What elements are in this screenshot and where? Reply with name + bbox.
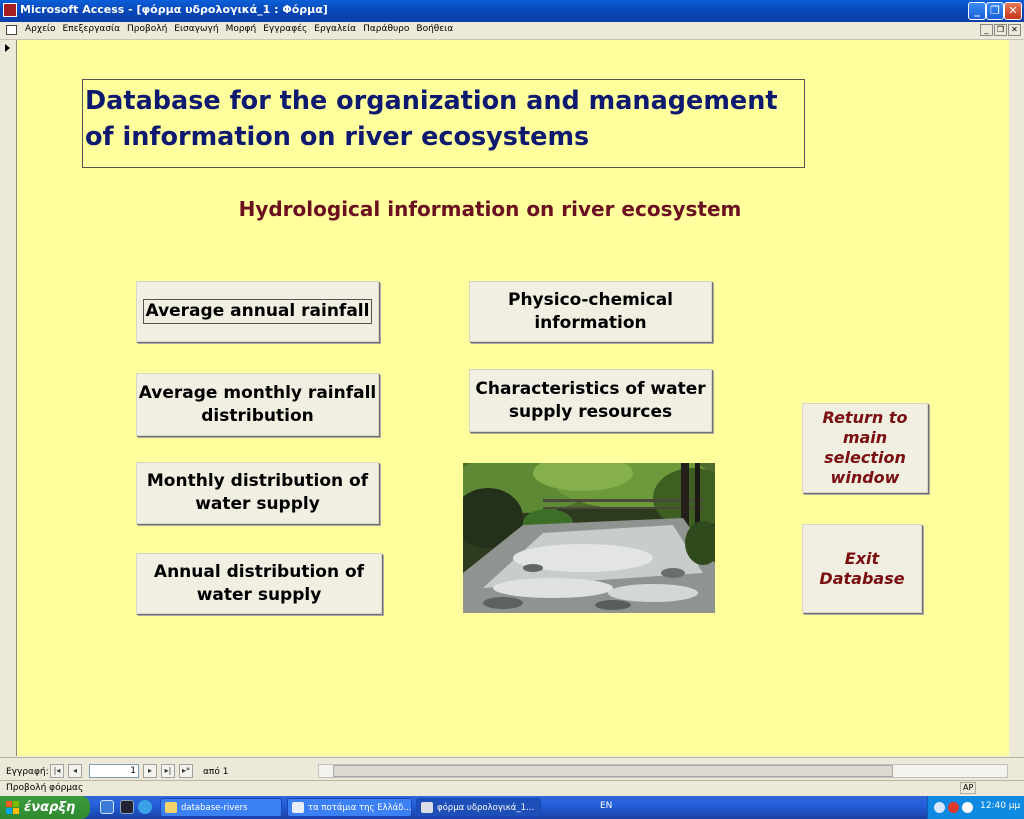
network-icon[interactable] — [934, 802, 945, 813]
physico-chemical-label: Physico-chemical information — [507, 289, 674, 333]
return-main-menu-button[interactable]: Return to main selection window — [802, 403, 928, 493]
folder-icon — [165, 802, 177, 813]
form-restore-button[interactable]: ❐ — [994, 24, 1007, 36]
volume-icon[interactable] — [962, 802, 973, 813]
current-record-arrow-icon — [5, 44, 10, 52]
page-subtitle: Hydrological information on river ecosys… — [238, 197, 742, 221]
average-annual-rainfall-label: Average annual rainfall — [142, 299, 373, 324]
record-selector[interactable] — [0, 40, 17, 756]
taskbar-item-label: φόρμα υδρολογικά_1... — [437, 803, 535, 813]
menu-help[interactable]: Βοήθεια — [416, 24, 453, 34]
average-monthly-rainfall-button[interactable]: Average monthly rainfall distribution — [136, 373, 379, 436]
water-supply-resources-button[interactable]: Characteristics of water supply resource… — [469, 369, 712, 432]
taskbar-item-access-form[interactable]: φόρμα υδρολογικά_1... — [416, 798, 541, 817]
database-title-box: Database for the organization and manage… — [82, 79, 805, 168]
close-button[interactable]: ✕ — [1004, 2, 1022, 20]
water-supply-resources-label: Characteristics of water supply resource… — [475, 378, 706, 422]
physico-chemical-button[interactable]: Physico-chemical information — [469, 281, 712, 342]
new-record-button[interactable]: ▸* — [179, 764, 193, 778]
windows-flag-icon — [6, 801, 19, 814]
record-count-text: από 1 — [203, 767, 229, 777]
form-body: Database for the organization and manage… — [17, 40, 1009, 756]
horizontal-scroll-thumb[interactable] — [333, 765, 893, 777]
menu-tools[interactable]: Εργαλεία — [314, 24, 356, 34]
record-label: Εγγραφή: — [6, 767, 49, 777]
restore-button[interactable]: ❐ — [986, 2, 1004, 20]
current-record-input[interactable] — [89, 764, 139, 778]
form-minimize-button[interactable]: _ — [980, 24, 993, 36]
average-monthly-rainfall-label: Average monthly rainfall distribution — [138, 382, 377, 426]
form-document-icon[interactable] — [6, 25, 17, 35]
system-tray: 12:40 μμ — [927, 796, 1024, 819]
document-icon — [292, 802, 304, 813]
return-main-menu-label: Return to main selection window — [822, 408, 908, 487]
window-title: Microsoft Access - [φόρμα υδρολογικά_1 :… — [20, 3, 328, 16]
menu-file[interactable]: Αρχείο — [25, 24, 56, 34]
record-navigation-bar: Εγγραφή: |◂ ◂ ▸ ▸| ▸* από 1 — [0, 757, 1024, 780]
start-button[interactable]: έναρξη — [0, 796, 90, 819]
river-photo-svg — [463, 463, 715, 613]
exit-database-button[interactable]: Exit Database — [802, 524, 922, 613]
average-annual-rainfall-button[interactable]: Average annual rainfall — [136, 281, 379, 342]
clock: 12:40 μμ — [980, 801, 1021, 811]
form-close-button[interactable]: ✕ — [1008, 24, 1021, 36]
menu-format[interactable]: Μορφή — [226, 24, 257, 34]
horizontal-scrollbar[interactable] — [318, 764, 1008, 778]
antivirus-icon[interactable] — [948, 802, 959, 813]
menu-items: Αρχείο Επεξεργασία Προβολή Εισαγωγή Μορφ… — [25, 24, 453, 34]
window-title-bar[interactable]: Microsoft Access - [φόρμα υδρολογικά_1 :… — [0, 0, 1024, 22]
menu-bar: Αρχείο Επεξεργασία Προβολή Εισαγωγή Μορφ… — [0, 22, 1024, 40]
access-app-icon[interactable] — [3, 3, 17, 17]
menu-insert[interactable]: Εισαγωγή — [174, 24, 218, 34]
access-form-icon — [421, 802, 433, 813]
river-photo — [463, 463, 715, 613]
show-desktop-icon[interactable] — [100, 800, 114, 814]
vertical-scroll-area[interactable] — [1009, 40, 1024, 756]
exit-database-label: Exit Database — [819, 548, 905, 588]
annual-water-supply-button[interactable]: Annual distribution of water supply — [136, 553, 382, 614]
status-bar: Προβολή φόρμας ΑΡ — [0, 780, 1024, 796]
database-title: Database for the organization and manage… — [85, 86, 778, 152]
next-record-button[interactable]: ▸ — [143, 764, 157, 778]
status-indicator: ΑΡ — [960, 782, 977, 794]
monthly-water-supply-label: Monthly distribution of water supply — [146, 471, 369, 514]
taskbar-item-label: τα ποτάμια της Ελλάδ... — [308, 803, 412, 813]
menu-window[interactable]: Παράθυρο — [363, 24, 409, 34]
previous-record-button[interactable]: ◂ — [68, 764, 82, 778]
annual-water-supply-label: Annual distribution of water supply — [153, 561, 365, 605]
start-label: έναρξη — [24, 800, 76, 815]
menu-view[interactable]: Προβολή — [127, 24, 167, 34]
internet-explorer-icon[interactable] — [138, 800, 152, 814]
last-record-button[interactable]: ▸| — [161, 764, 175, 778]
menu-records[interactable]: Εγγραφές — [263, 24, 307, 34]
status-text: Προβολή φόρμας — [6, 783, 84, 793]
monthly-water-supply-button[interactable]: Monthly distribution of water supply — [136, 462, 379, 524]
language-indicator[interactable]: EN — [600, 801, 612, 811]
taskbar: έναρξη database-rivers τα ποτάμια της Ελ… — [0, 796, 1024, 819]
minimize-button[interactable]: _ — [968, 2, 986, 20]
taskbar-item-rivers-document[interactable]: τα ποτάμια της Ελλάδ... — [287, 798, 412, 817]
taskbar-item-label: database-rivers — [181, 803, 248, 813]
menu-edit[interactable]: Επεξεργασία — [63, 24, 121, 34]
taskbar-item-database-rivers[interactable]: database-rivers — [160, 798, 282, 817]
media-player-icon[interactable] — [120, 800, 134, 814]
first-record-button[interactable]: |◂ — [50, 764, 64, 778]
